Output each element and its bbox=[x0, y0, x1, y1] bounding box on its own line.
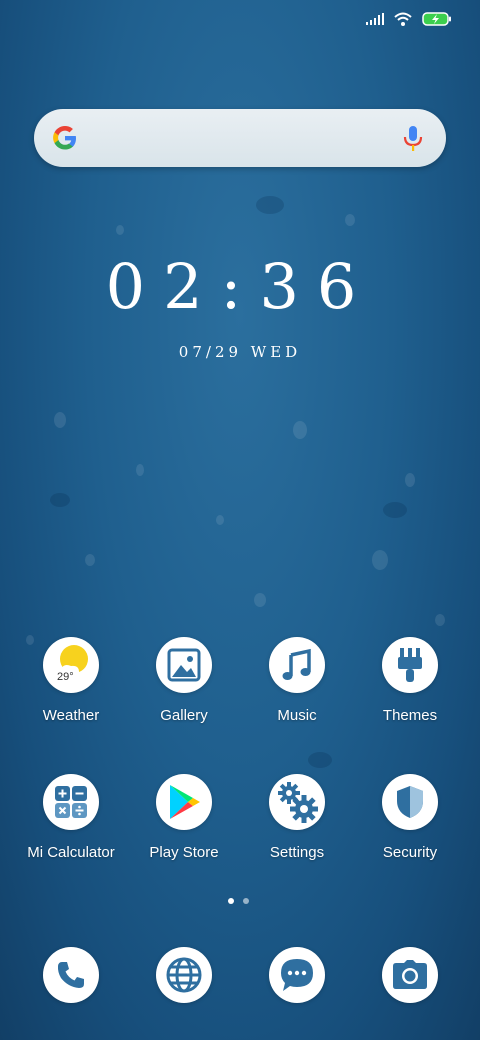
browser-icon bbox=[156, 947, 212, 1003]
clock-date[interactable]: 07/29 WED bbox=[0, 343, 480, 361]
clock-time[interactable]: 02:36 bbox=[0, 250, 480, 323]
dock-messages[interactable] bbox=[237, 947, 357, 1003]
app-label: Themes bbox=[382, 707, 438, 724]
app-weather[interactable]: 29° Weather bbox=[11, 637, 131, 724]
google-search-bar[interactable] bbox=[34, 109, 446, 167]
app-label: Gallery bbox=[160, 707, 208, 724]
dock-phone[interactable] bbox=[11, 947, 131, 1003]
app-music[interactable]: Music bbox=[237, 637, 357, 724]
app-label: Music bbox=[277, 707, 317, 724]
app-security[interactable]: Security bbox=[350, 774, 470, 861]
app-label: Weather bbox=[42, 707, 100, 724]
dock-camera[interactable] bbox=[350, 947, 470, 1003]
microphone-icon[interactable] bbox=[402, 125, 424, 153]
status-bar bbox=[366, 12, 452, 26]
signal-icon bbox=[366, 13, 384, 25]
svg-text:29°: 29° bbox=[57, 671, 74, 683]
app-gallery[interactable]: Gallery bbox=[124, 637, 244, 724]
google-logo-icon bbox=[53, 126, 76, 150]
app-label: Mi Calculator bbox=[27, 844, 115, 861]
security-icon bbox=[382, 774, 438, 830]
gallery-icon bbox=[156, 637, 212, 693]
dock-browser[interactable] bbox=[124, 947, 244, 1003]
wifi-icon bbox=[394, 12, 412, 26]
page-dot-2[interactable] bbox=[243, 898, 249, 904]
app-play-store[interactable]: Play Store bbox=[124, 774, 244, 861]
play-store-icon bbox=[156, 774, 212, 830]
app-label: Settings bbox=[269, 844, 325, 861]
music-icon bbox=[269, 637, 325, 693]
phone-icon bbox=[43, 947, 99, 1003]
battery-charging-icon bbox=[422, 12, 451, 26]
weather-icon: 29° bbox=[43, 637, 99, 693]
app-mi-calculator[interactable]: Mi Calculator bbox=[11, 774, 131, 861]
messages-icon bbox=[269, 947, 325, 1003]
app-themes[interactable]: Themes bbox=[350, 637, 470, 724]
app-label: Play Store bbox=[149, 844, 219, 861]
calculator-icon bbox=[43, 774, 99, 830]
page-indicator[interactable] bbox=[228, 898, 249, 904]
app-settings[interactable]: Settings bbox=[237, 774, 357, 861]
camera-icon bbox=[382, 947, 438, 1003]
app-label: Security bbox=[382, 844, 438, 861]
settings-icon bbox=[269, 774, 325, 830]
page-dot-1[interactable] bbox=[228, 898, 234, 904]
themes-icon bbox=[382, 637, 438, 693]
